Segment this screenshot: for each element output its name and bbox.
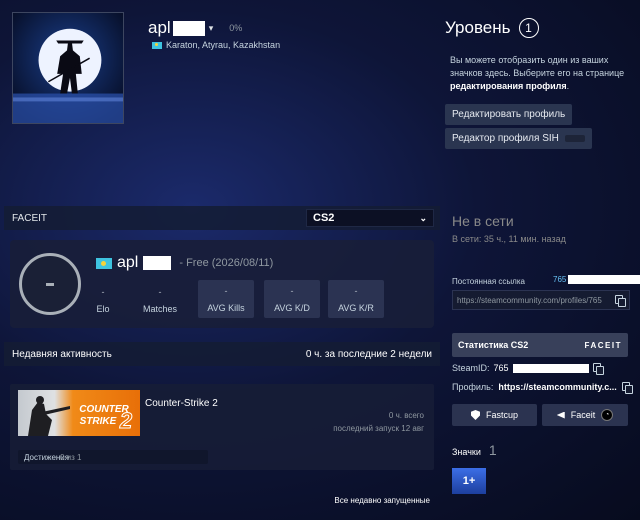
copy-icon[interactable]: [621, 382, 633, 394]
location: Karaton, Atyrau, Kazakhstan: [152, 40, 280, 50]
faceit-membership: - Free (2026/08/11): [179, 257, 274, 269]
location-text: Karaton, Atyrau, Kazakhstan: [166, 40, 281, 50]
stat-value: -: [290, 285, 294, 296]
last-online: В сети: 35 ч., 11 мин. назад: [452, 234, 566, 244]
steamid-row: SteamID: 765: [452, 363, 604, 375]
badge-tile[interactable]: 1+: [452, 468, 486, 494]
stat-avg-kd: - AVG K/D: [264, 280, 320, 318]
sih-profile-editor-label: Редактор профиля SIH: [452, 133, 559, 144]
faceit-name-text[interactable]: apl: [117, 254, 138, 272]
faceit-header-label: FACEIT: [12, 212, 48, 224]
copy-icon[interactable]: [592, 363, 604, 375]
online-status: Не в сети: [452, 213, 514, 229]
faceit-logo: FACEIT: [584, 340, 622, 350]
profile-label: Профиль:: [452, 382, 494, 392]
persona-name-text: apl: [148, 18, 171, 37]
persona-name[interactable]: apl ▾ 0%: [148, 18, 242, 38]
game-capsule[interactable]: COUNTER STRIKE 2: [18, 390, 140, 436]
avatar-image: [13, 13, 123, 123]
sih-profile-editor-button[interactable]: Редактор профиля SIH: [445, 128, 592, 149]
permalink-id[interactable]: 765: [553, 275, 640, 284]
fastcup-button[interactable]: Fastcup: [452, 404, 537, 426]
faceit-arrow-icon: [556, 411, 565, 419]
chevron-down-icon[interactable]: ▾: [209, 23, 214, 34]
avatar[interactable]: [12, 12, 124, 124]
profile-url[interactable]: https://steamcommunity.c...: [498, 382, 616, 392]
recent-activity-summary: 0 ч. за последние 2 недели: [305, 348, 432, 360]
redacted-block: [512, 363, 589, 373]
level-header: Уровень 1: [445, 18, 539, 38]
stat-avg-kr: - AVG K/R: [328, 280, 384, 318]
faceit-button[interactable]: Faceit ◔: [542, 404, 628, 426]
stat-matches: - Matches: [134, 282, 186, 318]
permalink-label: Постоянная ссылка: [452, 277, 525, 286]
level-title: Уровень: [445, 18, 511, 37]
recent-activity-title: Недавняя активность: [12, 348, 112, 360]
redacted-block: [568, 275, 640, 284]
profile-url-row: Профиль: https://steamcommunity.c...: [452, 382, 633, 394]
permalink-prefix: 765: [553, 275, 567, 284]
kazakhstan-flag-icon: [96, 257, 112, 269]
stat-label: AVG K/D: [274, 302, 310, 313]
stat-label: Matches: [142, 303, 177, 314]
steamid-label: SteamID:: [452, 363, 490, 373]
sih-toggle[interactable]: [564, 135, 585, 142]
game-select[interactable]: CS2 ⌄: [306, 209, 434, 227]
chevron-down-icon: ⌄: [419, 212, 427, 223]
capsule-num: 2: [119, 408, 133, 433]
shield-icon: [470, 410, 480, 420]
stats-banner-label: Статистика CS2: [458, 340, 529, 350]
badges-header[interactable]: Значки 1: [452, 442, 497, 458]
redacted-block: [143, 256, 172, 270]
faceit-level-ring: [19, 253, 81, 315]
badge-hint-end: .: [566, 81, 570, 91]
cs2-capsule-image: COUNTER STRIKE 2: [18, 390, 140, 436]
permalink-field[interactable]: https://steamcommunity.com/profiles/765: [452, 290, 630, 310]
recent-activity-header: Недавняя активность 0 ч. за последние 2 …: [4, 342, 440, 366]
level-badge[interactable]: 1: [518, 18, 539, 38]
capsule-line2: STRIKE: [80, 416, 117, 427]
cs2-stats-banner[interactable]: Статистика CS2 FACEIT: [452, 333, 628, 357]
badge-hint: Вы можете отобразить один из ваших значк…: [450, 54, 630, 93]
stat-value: -: [354, 285, 358, 296]
game-last-launch: последний запуск 12 авг: [333, 424, 424, 433]
edit-profile-link[interactable]: редактирования профиля: [450, 81, 567, 91]
game-hours: 0 ч. всего: [388, 411, 424, 420]
stat-elo: - Elo: [86, 282, 120, 318]
stat-value: -: [224, 285, 228, 296]
achievements-count: 0 из 1: [60, 453, 82, 462]
faceit-level-icon: ◔: [601, 409, 614, 421]
level-dash: [46, 282, 54, 286]
faceit-label: Faceit: [570, 410, 596, 420]
game-select-value: CS2: [313, 212, 335, 224]
steamid-prefix: 765: [493, 363, 509, 373]
game-name[interactable]: Counter-Strike 2: [145, 398, 218, 409]
edit-profile-button[interactable]: Редактировать профиль: [445, 104, 573, 125]
fastcup-label: Fastcup: [485, 410, 518, 420]
badge-hint-text: Вы можете отобразить один из ваших значк…: [450, 55, 625, 78]
kazakhstan-flag-icon: [152, 41, 162, 49]
all-recent-link[interactable]: Все недавно запущенные: [334, 496, 430, 505]
redacted-block: [172, 20, 205, 36]
stat-label: AVG Kills: [207, 302, 245, 313]
stat-avg-kills: - AVG Kills: [198, 280, 254, 318]
stat-value: -: [101, 286, 105, 297]
xp-percent: 0%: [229, 23, 243, 33]
copy-icon[interactable]: [615, 295, 626, 307]
stat-value: -: [158, 286, 162, 297]
badges-label: Значки: [452, 447, 481, 457]
stat-label: Elo: [96, 303, 110, 314]
permalink-url: https://steamcommunity.com/profiles/765: [457, 295, 602, 305]
badges-count: 1: [488, 442, 497, 458]
faceit-name: apl - Free (2026/08/11): [96, 254, 273, 272]
stat-label: AVG K/R: [338, 302, 374, 313]
